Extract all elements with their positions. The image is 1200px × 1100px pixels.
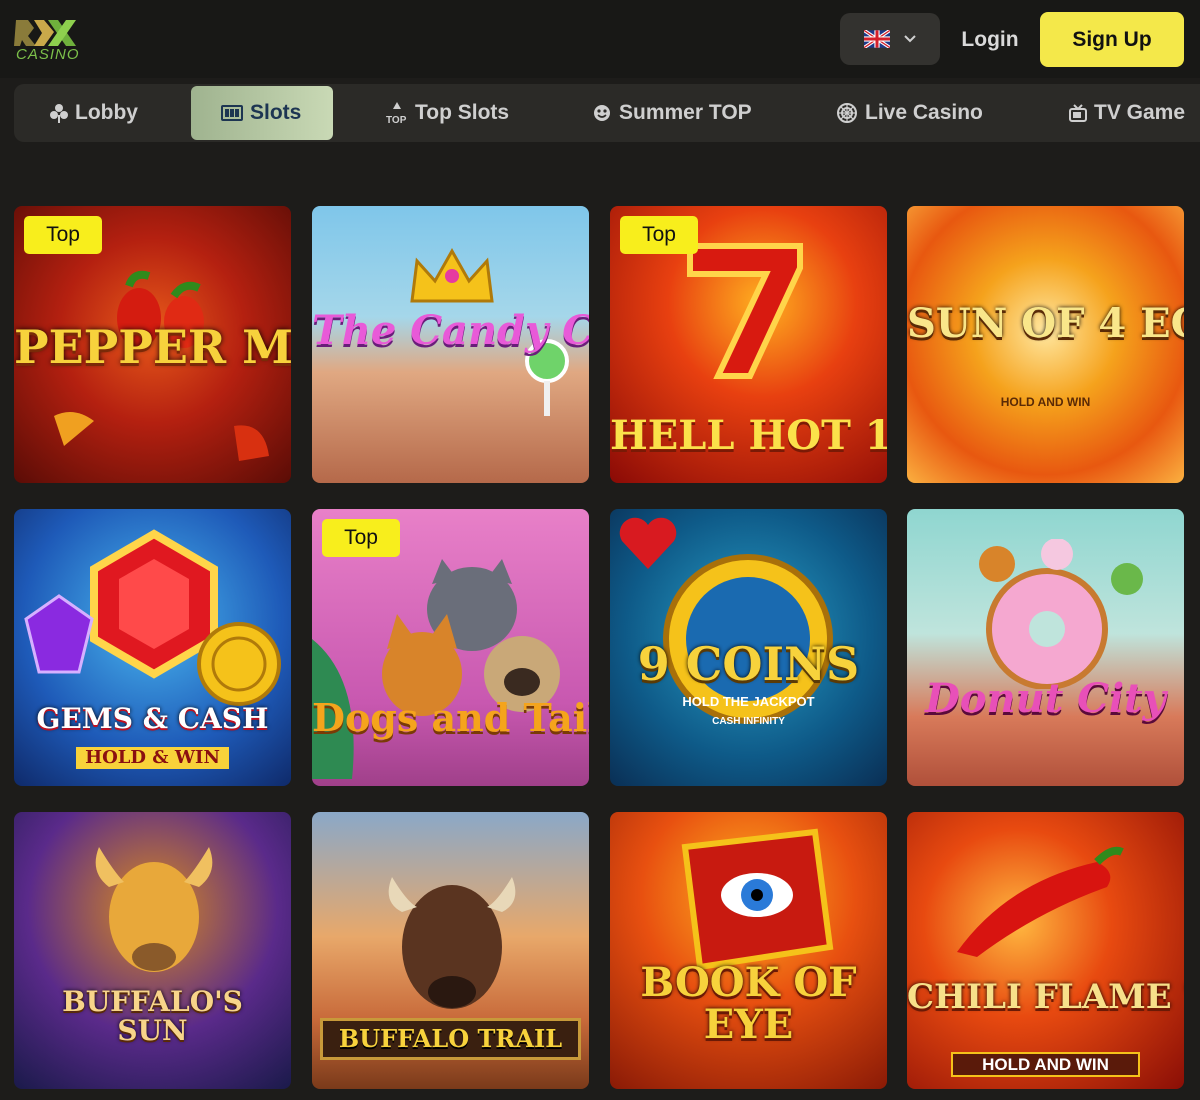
game-tile-book-of-eye[interactable]: BOOK OF EYE — [610, 812, 887, 1089]
amethyst-gem-icon — [24, 594, 94, 674]
game-title: Donut City — [925, 675, 1166, 722]
logo-text: CASINO — [16, 46, 80, 63]
tab-slots-label: Slots — [250, 101, 302, 124]
game-tile-dogs-and-tails[interactable]: Dogs and Tails Top — [312, 509, 589, 786]
lobby-icon — [50, 104, 68, 123]
tab-top-slots[interactable]: TOP Top Slots — [386, 84, 509, 142]
roulette-icon — [837, 103, 857, 123]
buffalo-icon — [95, 847, 213, 972]
top-icon: TOP — [386, 102, 407, 125]
top-badge: Top — [620, 216, 698, 254]
game-tile-candy-crush[interactable]: The Candy Crush — [312, 206, 589, 483]
tv-icon — [1069, 104, 1087, 122]
crown-icon — [410, 247, 494, 303]
game-tile-9-coins[interactable]: 9 COINS HOLD THE JACKPOT CASH INFINITY — [610, 509, 887, 786]
top-header: CASINO Login Sign Up — [0, 0, 1200, 78]
tab-lobby-label: Lobby — [75, 101, 138, 124]
game-title: Dogs and Tails — [312, 695, 589, 740]
category-nav: Lobby Slots TOP Top Slots Summer TOP Liv… — [14, 84, 1200, 142]
tab-lobby[interactable]: Lobby — [50, 84, 138, 142]
lucky-seven-icon — [687, 243, 803, 379]
chevron-down-icon — [904, 35, 916, 43]
chili-pepper-icon — [957, 846, 1124, 957]
summer-icon — [594, 105, 610, 121]
gold-coin-icon — [197, 622, 281, 706]
tab-tv-game[interactable]: TV Game — [1069, 84, 1185, 142]
game-tile-sun-of-4-egypt[interactable]: SUN OF 4 EGYPT HOLD AND WIN — [907, 206, 1184, 483]
tab-top-slots-label: Top Slots — [415, 101, 510, 124]
game-title: PEPPER MANIA — [14, 320, 291, 374]
tab-live-casino-label: Live Casino — [865, 101, 983, 124]
game-title: BUFFALO'S SUN — [62, 985, 243, 1048]
top-badge: Top — [322, 519, 400, 557]
tab-summer-top-label: Summer TOP — [619, 101, 752, 124]
game-subtitle: HOLD AND WIN — [951, 1052, 1140, 1077]
top-badge: Top — [24, 216, 102, 254]
login-button[interactable]: Login — [952, 20, 1028, 60]
heart-icon — [619, 517, 677, 569]
game-subtitle: HOLD THE JACKPOT — [682, 694, 815, 709]
game-title: CHILI FLAME 7s — [907, 977, 1184, 1017]
game-subtitle: HOLD & WIN — [76, 747, 229, 769]
buffalo-icon — [388, 877, 516, 1009]
donut-icon — [979, 539, 1143, 689]
game-title: BUFFALO TRAIL — [320, 1018, 581, 1060]
game-tile-buffalo-trail[interactable]: BUFFALO TRAIL — [312, 812, 589, 1089]
game-extra: CASH INFINITY — [712, 716, 785, 727]
game-tile-buffalos-sun[interactable]: BUFFALO'S SUN — [14, 812, 291, 1089]
game-title: GEMS & CASH — [36, 702, 269, 735]
tab-tv-game-label: TV Game — [1094, 101, 1186, 124]
book-icon — [681, 828, 834, 971]
game-tile-pepper-mania[interactable]: PEPPER MANIA Top — [14, 206, 291, 483]
game-title: 9 COINS — [637, 637, 860, 691]
game-title: BOOK OF EYE — [640, 959, 857, 1048]
game-tile-chili-flame-7s[interactable]: CHILI FLAME 7s HOLD AND WIN — [907, 812, 1184, 1089]
game-title: SUN OF 4 EGYPT — [907, 300, 1184, 347]
game-title: The Candy Crush — [312, 307, 589, 354]
game-title: HELL HOT 100 — [610, 412, 887, 459]
game-tile-donut-city[interactable]: Donut City — [907, 509, 1184, 786]
tab-live-casino[interactable]: Live Casino — [836, 84, 983, 142]
tab-summer-top[interactable]: Summer TOP — [592, 84, 752, 142]
game-tile-hell-hot-100[interactable]: HELL HOT 100 Top — [610, 206, 887, 483]
tab-slots[interactable]: Slots — [191, 86, 334, 140]
logo[interactable]: CASINO — [14, 16, 79, 63]
game-subtitle: HOLD AND WIN — [1000, 395, 1091, 409]
language-selector[interactable] — [840, 13, 940, 65]
logo-mark-icon — [14, 20, 76, 46]
slot-machine-icon — [221, 105, 243, 121]
signup-button[interactable]: Sign Up — [1040, 12, 1184, 67]
uk-flag-icon — [864, 30, 890, 48]
game-tile-gems-cash[interactable]: GEMS & CASH HOLD & WIN — [14, 509, 291, 786]
svg-text:TOP: TOP — [386, 115, 407, 125]
